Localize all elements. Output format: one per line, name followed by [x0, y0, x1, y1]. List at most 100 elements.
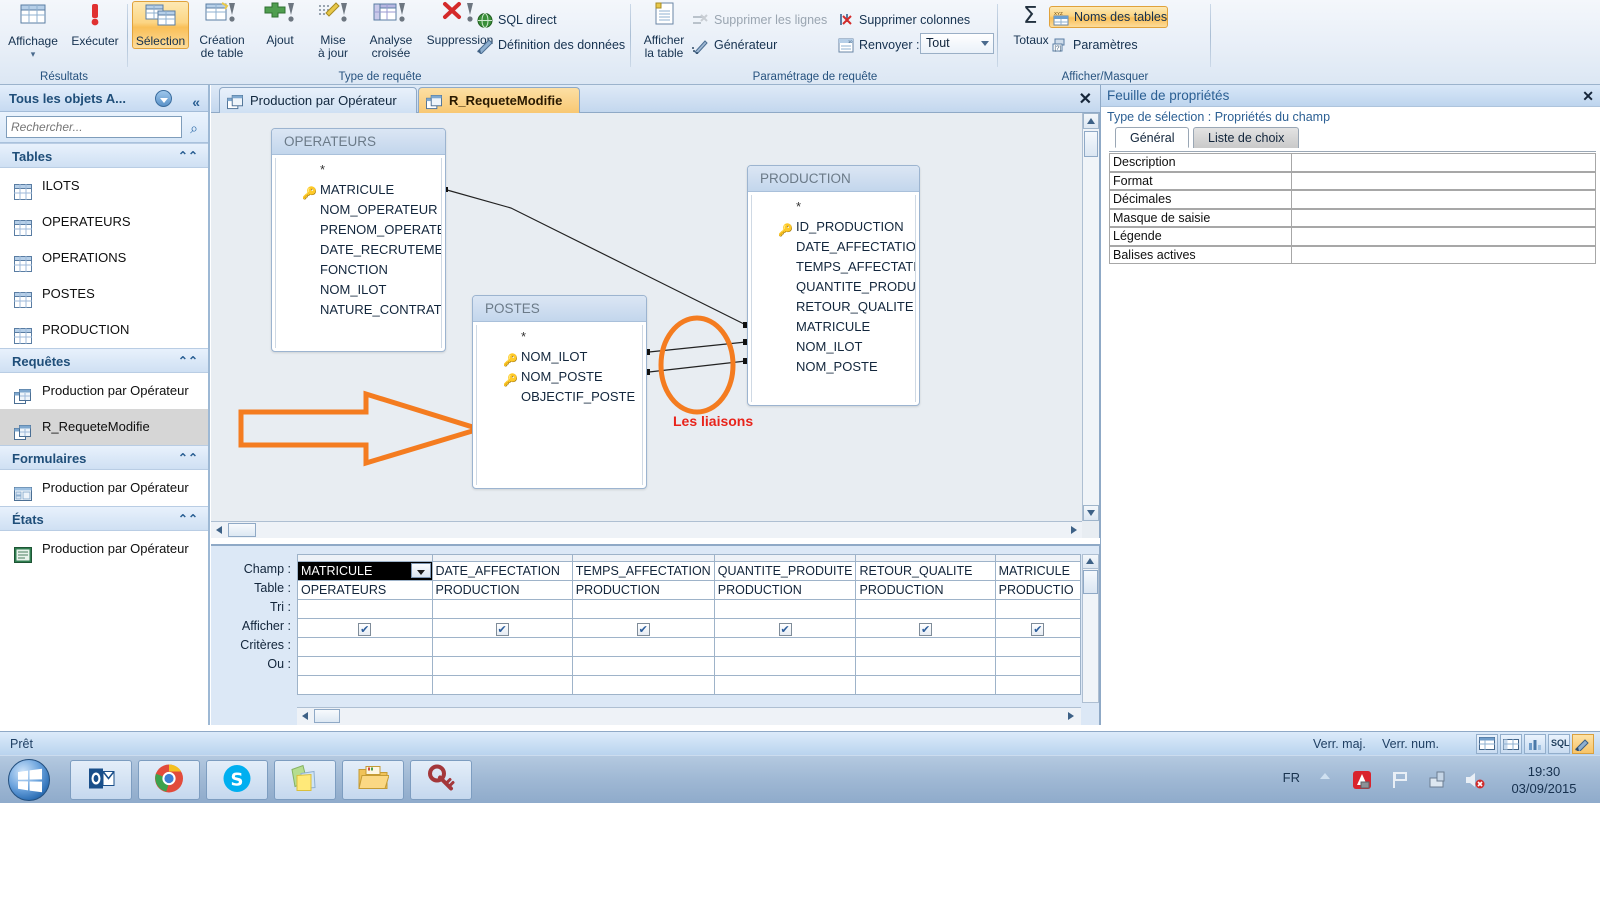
field-row[interactable]: OBJECTIF_POSTE — [477, 387, 642, 407]
mise-a-jour-query-button[interactable]: Mise à jour — [307, 1, 359, 60]
property-value[interactable] — [1291, 190, 1596, 209]
flag-action-center-icon[interactable] — [1390, 770, 1410, 793]
afficher-cell[interactable]: ✔ — [297, 618, 433, 638]
criteres-cell[interactable] — [713, 637, 857, 657]
chrome-taskbar-button[interactable] — [138, 760, 200, 800]
criteres-cell[interactable] — [431, 637, 573, 657]
scroll-right-arrow-icon[interactable] — [1065, 710, 1077, 725]
ou-cell[interactable] — [713, 656, 857, 676]
table-cell[interactable]: PRODUCTION — [431, 580, 573, 600]
renvoyer-button[interactable]: 10 Renvoyer : — [835, 34, 919, 56]
ou-cell[interactable] — [855, 656, 996, 676]
blank-cell[interactable] — [297, 675, 433, 695]
blank-cell[interactable] — [855, 675, 996, 695]
generateur-button[interactable]: Générateur — [690, 34, 777, 56]
tri-cell[interactable] — [571, 599, 715, 619]
tab-liste-de-choix[interactable]: Liste de choix — [1193, 127, 1300, 148]
network-icon[interactable] — [1428, 770, 1448, 793]
show-checkbox[interactable]: ✔ — [358, 622, 372, 636]
table-box-production[interactable]: PRODUCTION * 🔑 ID_PRODUCTION DATE_AFFECTA… — [747, 165, 920, 406]
creation-table-query-button[interactable]: Création de table — [191, 1, 253, 60]
ou-cell[interactable] — [571, 656, 715, 676]
table-cell[interactable]: PRODUCTIO — [994, 580, 1081, 600]
design-horizontal-scrollbar[interactable] — [211, 521, 1082, 538]
tri-cell[interactable] — [855, 599, 996, 619]
field-row[interactable]: PRENOM_OPERATEUR — [276, 220, 441, 240]
close-icon[interactable]: ✕ — [1582, 85, 1594, 107]
field-cell[interactable]: QUANTITE_PRODUITE — [713, 561, 857, 581]
blank-cell[interactable] — [994, 675, 1081, 695]
field-row[interactable]: NOM_OPERATEUR — [276, 200, 441, 220]
afficher-cell[interactable]: ✔ — [713, 618, 857, 638]
field-row[interactable]: * — [276, 160, 441, 180]
start-button[interactable] — [8, 759, 50, 801]
scroll-left-arrow-icon[interactable] — [299, 710, 311, 725]
show-hidden-icons-icon[interactable] — [1318, 770, 1332, 785]
scrollbar-thumb[interactable] — [228, 523, 256, 537]
ou-cell[interactable] — [431, 656, 573, 676]
tri-cell[interactable] — [713, 599, 857, 619]
nav-group-formulaires[interactable]: Formulaires ⌃⌃ — [0, 445, 208, 470]
table-cell[interactable]: PRODUCTION — [713, 580, 857, 600]
access-taskbar-button[interactable] — [410, 760, 472, 800]
afficher-cell[interactable]: ✔ — [994, 618, 1081, 638]
sidebar-item-ilots[interactable]: ILOTS — [0, 168, 208, 204]
afficher-cell[interactable]: ✔ — [431, 618, 573, 638]
grid-horizontal-scrollbar[interactable] — [297, 707, 1081, 725]
criteres-cell[interactable] — [297, 637, 433, 657]
scrollbar-thumb[interactable] — [314, 709, 340, 723]
nav-group-requetes[interactable]: Requêtes ⌃⌃ — [0, 348, 208, 373]
scroll-up-arrow-icon[interactable] — [1083, 555, 1098, 569]
field-row[interactable]: QUANTITE_PRODUITE — [752, 277, 915, 297]
column-selector[interactable] — [571, 554, 715, 562]
sidebar-item-production-par-operateur-query[interactable]: Production par Opérateur — [0, 373, 208, 409]
chevron-up-icon[interactable]: ⌃⌃ — [178, 349, 198, 374]
scroll-down-arrow-icon[interactable] — [1083, 505, 1099, 521]
field-cell[interactable]: RETOUR_QUALITE — [855, 561, 996, 581]
chevron-up-icon[interactable]: ⌃⌃ — [178, 507, 198, 532]
table-cell[interactable]: PRODUCTION — [855, 580, 996, 600]
design-view-button[interactable] — [1572, 734, 1594, 754]
close-icon[interactable]: ✕ — [1079, 89, 1092, 109]
scrollbar-thumb[interactable] — [1083, 570, 1098, 594]
show-checkbox[interactable]: ✔ — [636, 622, 650, 636]
search-icon[interactable]: ⌕ — [190, 120, 198, 137]
pivotchart-view-button[interactable] — [1524, 734, 1546, 754]
analyse-croisee-query-button[interactable]: Analyse croisée — [360, 1, 422, 60]
explorer-taskbar-button[interactable] — [342, 760, 404, 800]
datasheet-view-button[interactable] — [1476, 734, 1498, 754]
column-selector[interactable] — [855, 554, 996, 562]
tri-cell[interactable] — [431, 599, 573, 619]
field-row[interactable]: NOM_POSTE — [752, 357, 915, 377]
scroll-left-arrow-icon[interactable] — [213, 524, 225, 538]
blank-cell[interactable] — [431, 675, 573, 695]
field-row[interactable]: DATE_RECRUTEMENT — [276, 240, 441, 260]
noms-des-tables-button[interactable]: XYZ Noms des tables — [1049, 6, 1169, 28]
afficher-cell[interactable]: ✔ — [571, 618, 715, 638]
afficher-la-table-button[interactable]: Afficher la table — [636, 1, 692, 60]
criteres-cell[interactable] — [994, 637, 1081, 657]
sidebar-item-r-requetemodifie[interactable]: R_RequeteModifie — [0, 409, 208, 445]
field-row[interactable]: 🔑 NOM_POSTE — [477, 367, 642, 387]
field-cell[interactable]: MATRICULE — [994, 561, 1081, 581]
supprimer-colonnes-button[interactable]: Supprimer colonnes — [835, 9, 970, 31]
nav-group-tables[interactable]: Tables ⌃⌃ — [0, 143, 208, 168]
ou-cell[interactable] — [297, 656, 433, 676]
parametres-button[interactable]: [?] Paramètres — [1049, 34, 1138, 56]
tri-cell[interactable] — [297, 599, 433, 619]
field-row[interactable]: MATRICULE — [752, 317, 915, 337]
sidebar-item-production-par-operateur-form[interactable]: Production par Opérateur — [0, 470, 208, 506]
design-vertical-scrollbar[interactable] — [1082, 113, 1099, 521]
sql-direct-button[interactable]: SQL direct — [474, 9, 557, 31]
nav-group-etats[interactable]: États ⌃⌃ — [0, 506, 208, 531]
field-row[interactable]: * — [477, 327, 642, 347]
field-cell[interactable]: DATE_AFFECTATION — [431, 561, 573, 581]
column-selector[interactable] — [994, 554, 1081, 562]
chevron-up-icon[interactable]: ⌃⌃ — [178, 144, 198, 169]
kaspersky-icon[interactable] — [1352, 770, 1372, 793]
blank-cell[interactable] — [713, 675, 857, 695]
selection-query-button[interactable]: Sélection — [132, 1, 189, 49]
show-checkbox[interactable]: ✔ — [1031, 622, 1045, 636]
nav-pane-dropdown-icon[interactable] — [155, 90, 172, 107]
sidebar-item-production[interactable]: PRODUCTION — [0, 312, 208, 348]
